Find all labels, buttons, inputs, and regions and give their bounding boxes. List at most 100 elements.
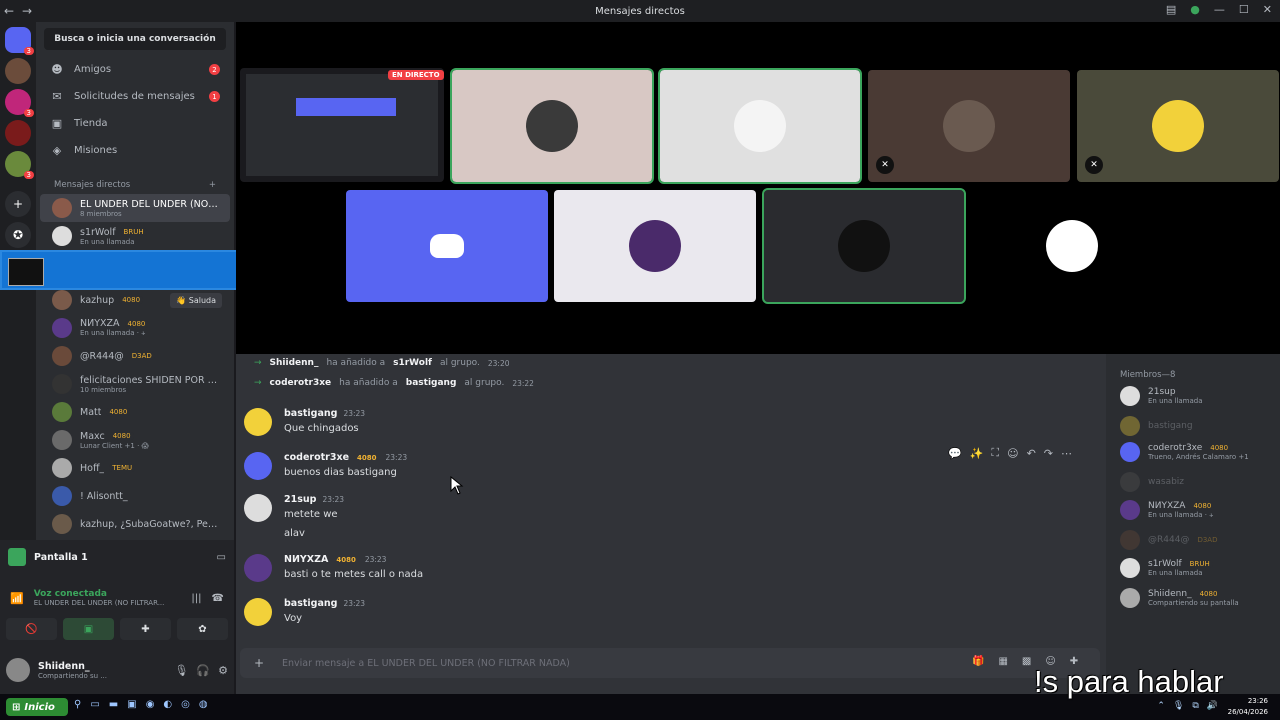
system-actor[interactable]: Shiidenn_ <box>270 358 319 368</box>
reaction-icon[interactable]: ⛶ <box>991 446 999 460</box>
discord-taskbar-icon[interactable]: ◍ <box>199 699 208 710</box>
server-compass-icon[interactable]: ✪ <box>5 222 31 248</box>
server-server-red[interactable] <box>5 120 31 146</box>
author-name[interactable]: bastigang <box>284 598 337 609</box>
dm-item[interactable]: Hoff_ TEMU <box>36 454 234 482</box>
dm-item[interactable]: felicitaciones SHIDEN POR G... 10 miembro… <box>36 370 234 398</box>
participant-tile[interactable] <box>762 188 966 304</box>
participant-tile[interactable] <box>972 190 1172 302</box>
more-icon[interactable]: ⋯ <box>1061 447 1072 460</box>
mic-icon[interactable]: 🎙 <box>174 664 188 677</box>
taskbar-preview-window[interactable] <box>0 250 262 290</box>
system-target[interactable]: bastigang <box>406 378 457 388</box>
tray-chevron-icon[interactable]: ⌃ <box>1157 701 1165 711</box>
member-item[interactable]: coderotr3xe 4080 Trueno, Andrés Calamaro +… <box>1120 442 1249 462</box>
maximize-button[interactable]: ☐ <box>1239 3 1249 16</box>
network-icon[interactable]: ⧉ <box>1192 701 1198 711</box>
server-avatar[interactable] <box>5 58 31 84</box>
dm-item[interactable]: s1rWolf BRUH En una llamada <box>36 222 234 250</box>
disconnect-icon[interactable]: ☎ <box>212 593 224 604</box>
dm-item[interactable]: kazhup, ¿SubaGoatwe?, Pepe... <box>36 510 234 538</box>
headphones-icon[interactable]: 🎧 <box>196 664 210 677</box>
minimize-button[interactable]: — <box>1214 3 1225 16</box>
dm-item[interactable]: @R444@ D3AD <box>36 342 234 370</box>
author-name[interactable]: NИYXZA <box>284 554 328 565</box>
screen-share-button[interactable]: ▣ <box>63 618 114 640</box>
gif-icon[interactable]: ▦ <box>998 656 1007 667</box>
mic-tray-icon[interactable]: 🎙 <box>1173 701 1184 711</box>
sparkle-icon[interactable]: ✨ <box>970 447 984 460</box>
dm-item[interactable]: NИYXZA 4080 En una llamada · 🕂 <box>36 314 234 342</box>
help-icon[interactable]: ● <box>1190 3 1200 16</box>
nav-solicitudes[interactable]: ✉ Solicitudes de mensajes 1 <box>36 83 234 110</box>
member-item[interactable]: 21sup En una llamada <box>1120 386 1203 406</box>
steam-icon[interactable]: ◉ <box>146 699 155 710</box>
system-target[interactable]: s1rWolf <box>393 358 432 368</box>
author-avatar[interactable] <box>244 554 272 582</box>
author-avatar[interactable] <box>244 408 272 436</box>
author-name[interactable]: coderotr3xe <box>284 452 349 463</box>
server-plus-icon[interactable]: + <box>5 191 31 217</box>
settings-icon[interactable]: ⚙ <box>218 664 228 677</box>
author-name[interactable]: 21sup <box>284 494 316 505</box>
add-dm-icon[interactable]: + <box>209 180 216 190</box>
folder-icon[interactable]: ▬ <box>109 699 118 710</box>
app-icon[interactable]: ◐ <box>163 699 172 710</box>
participant-tile[interactable] <box>554 190 756 302</box>
voice-channel[interactable]: EL UNDER DEL UNDER (NO FILTRAR... <box>34 599 165 607</box>
gift-icon[interactable]: 🎁 <box>972 656 984 667</box>
dm-item[interactable]: kazhup 4080 👋 Saluda <box>36 286 234 314</box>
dm-item[interactable]: Maxc 4080 Lunar Client +1 · 😱 <box>36 426 234 454</box>
voice-status[interactable]: Voz conectada <box>34 589 165 599</box>
dm-item[interactable]: ! Alisontt_ <box>36 482 234 510</box>
popout-icon[interactable]: ▭ <box>217 552 226 563</box>
nav-misiones[interactable]: ◈ Misiones <box>36 137 234 164</box>
participant-tile[interactable]: ✕ <box>868 70 1070 182</box>
browser-icon[interactable]: ◎ <box>181 699 190 710</box>
attach-icon[interactable]: + <box>254 656 264 670</box>
system-actor[interactable]: coderotr3xe <box>270 378 332 388</box>
camera-off-button[interactable]: 🚫 <box>6 618 57 640</box>
emoji-icon[interactable]: ☺ <box>1007 447 1018 460</box>
start-button[interactable]: ⊞ Inicio <box>6 698 68 716</box>
server-server-meme[interactable]: 3 <box>5 151 34 179</box>
member-item[interactable]: bastigang <box>1120 416 1193 436</box>
nav-amigos[interactable]: ☻ Amigos 2 <box>36 56 234 83</box>
participant-tile[interactable]: ✕ <box>1077 70 1279 182</box>
server-discord-icon[interactable]: 3 <box>5 27 34 55</box>
activities-button[interactable]: ✚ <box>120 618 171 640</box>
store-icon[interactable]: ▣ <box>127 699 136 710</box>
message-input[interactable]: Enviar mensaje a EL UNDER DEL UNDER (NO … <box>240 648 1100 678</box>
participant-tile[interactable] <box>346 190 548 302</box>
server-checker-server-icon[interactable]: 3 <box>5 89 34 117</box>
inbox-icon[interactable]: ▤ <box>1166 3 1176 16</box>
member-item[interactable]: s1rWolf BRUH En una llamada <box>1120 558 1213 578</box>
participant-tile[interactable] <box>450 68 654 184</box>
member-item[interactable]: @R444@ D3AD <box>1120 530 1221 550</box>
screen-share-tile[interactable]: EN DIRECTO <box>240 68 444 182</box>
wave-button[interactable]: 👋 Saluda <box>170 292 222 308</box>
taskview-icon[interactable]: ▭ <box>90 699 99 710</box>
reply-icon[interactable]: ↶ <box>1027 447 1036 460</box>
dm-item[interactable]: Matt 4080 <box>36 398 234 426</box>
member-item[interactable]: Shiidenn_ 4080 Compartiendo su pantalla <box>1120 588 1239 608</box>
sticker-icon[interactable]: ▩ <box>1022 656 1031 667</box>
author-avatar[interactable] <box>244 452 272 480</box>
author-avatar[interactable] <box>244 598 272 626</box>
forward-icon[interactable]: ↷ <box>1044 447 1053 460</box>
participant-tile[interactable] <box>658 68 862 184</box>
user-avatar[interactable] <box>6 658 30 682</box>
nav-tienda[interactable]: ▣ Tienda <box>36 110 234 137</box>
search-button[interactable]: Busca o inicia una conversación <box>44 28 226 50</box>
reply-thread-icon[interactable]: 💬 <box>948 447 962 460</box>
search-icon[interactable]: ⚲ <box>74 699 81 710</box>
member-item[interactable]: NИYXZA 4080 En una llamada · 🕂 <box>1120 500 1215 520</box>
author-name[interactable]: bastigang <box>284 408 337 419</box>
volume-icon[interactable]: 🔊 <box>1207 701 1218 711</box>
soundboard-button[interactable]: ✿ <box>177 618 228 640</box>
member-item[interactable]: wasabiz <box>1120 472 1184 492</box>
noise-icon[interactable]: ||| <box>191 593 201 604</box>
dm-item[interactable]: EL UNDER DEL UNDER (NO ... 8 miembros <box>40 194 230 222</box>
close-button[interactable]: ✕ <box>1263 3 1272 16</box>
author-avatar[interactable] <box>244 494 272 522</box>
